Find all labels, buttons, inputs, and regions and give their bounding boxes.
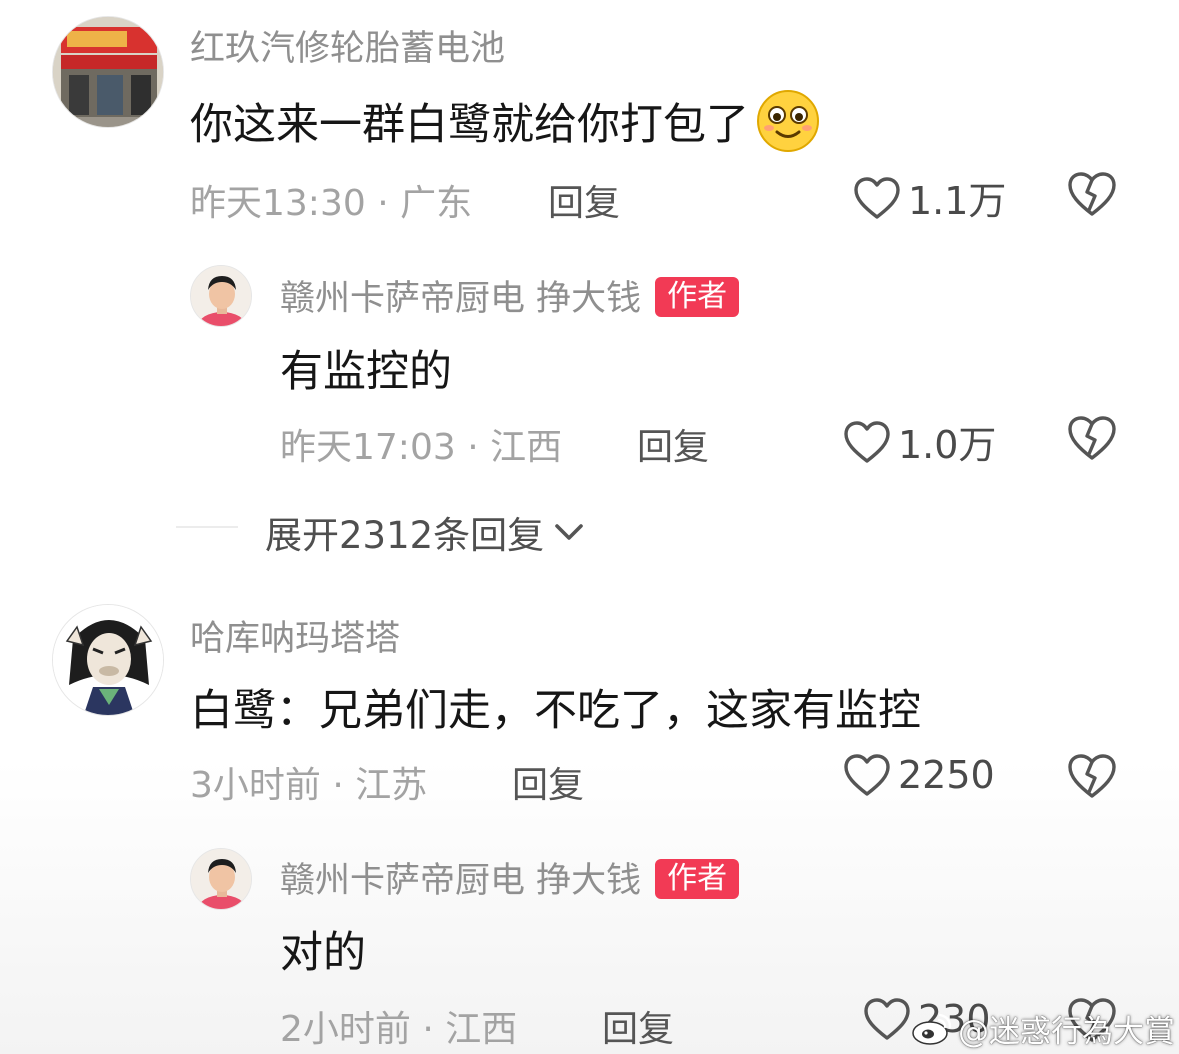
watermark-text: @迷惑行為大賞 [958,1014,1175,1050]
reply-user-name[interactable]: 赣州卡萨帝厨电 挣大钱 作者 [280,852,740,903]
expand-replies-label: 展开2312条回复 [265,514,545,557]
author-badge: 作者 [655,859,740,899]
broken-heart-icon [1068,416,1116,460]
reply-button[interactable]: 回复 [602,1000,674,1052]
watermark: @迷惑行為大賞 [910,1006,1175,1051]
like-count: 1.1万 [908,179,1007,223]
reply-button[interactable]: 回复 [512,756,584,808]
author-avatar-image [191,266,251,326]
reply-button[interactable]: 回复 [548,174,620,226]
author-avatar-image [191,849,251,909]
avatar[interactable] [52,604,164,716]
reply-button[interactable]: 回复 [637,418,709,470]
like-button[interactable]: 1.1万 [852,170,1006,225]
author-avatar[interactable] [190,265,252,327]
comment-time-location: 3小时前 · 江苏 [190,765,428,806]
meme-avatar-image [53,605,163,715]
smile-emoji-icon [757,90,819,152]
broken-heart-icon [1068,172,1116,216]
author-badge: 作者 [655,277,740,317]
comment-time-location: 昨天13:30 · 广东 [190,183,473,224]
heart-outline-icon [854,176,900,219]
like-count: 1.0万 [898,423,997,467]
expand-divider [176,526,238,528]
reply-time-location: 2小时前 · 江西 [280,1009,518,1050]
like-count: 2250 [898,753,995,797]
broken-heart-icon [1068,754,1116,798]
reply-text: 有监控的 [280,347,452,397]
comment-text-body: 你这来一群白鹭就给你打包了 [190,100,749,150]
heart-outline-icon [844,754,890,796]
reply-time-location: 昨天17:03 · 江西 [280,427,563,468]
comment-text: 你这来一群白鹭就给你打包了 [190,88,821,154]
avatar[interactable] [52,16,164,128]
dislike-button[interactable] [1066,170,1118,222]
dislike-button[interactable] [1066,414,1118,466]
heart-outline-icon [864,998,910,1040]
heart-outline-icon [844,420,890,463]
reply-text: 对的 [280,928,366,978]
comment-text: 白鹭：兄弟们走，不吃了，这家有监控 [190,686,921,736]
chevron-down-icon [555,524,583,540]
shop-avatar-image [53,17,163,127]
comment-user-name[interactable]: 红玖汽修轮胎蓄电池 [190,20,505,71]
expand-replies-button[interactable]: 展开2312条回复 [265,505,586,559]
like-button[interactable]: 2250 [842,752,995,798]
reply-user-name-text: 赣州卡萨帝厨电 挣大钱 [280,861,642,901]
reply-user-name-text: 赣州卡萨帝厨电 挣大钱 [280,279,642,319]
weibo-logo-icon [912,1013,952,1045]
like-button[interactable]: 1.0万 [842,414,996,469]
author-avatar[interactable] [190,848,252,910]
reply-user-name[interactable]: 赣州卡萨帝厨电 挣大钱 作者 [280,270,740,321]
dislike-button[interactable] [1066,752,1118,804]
comment-user-name[interactable]: 哈库呐玛塔塔 [190,610,400,661]
